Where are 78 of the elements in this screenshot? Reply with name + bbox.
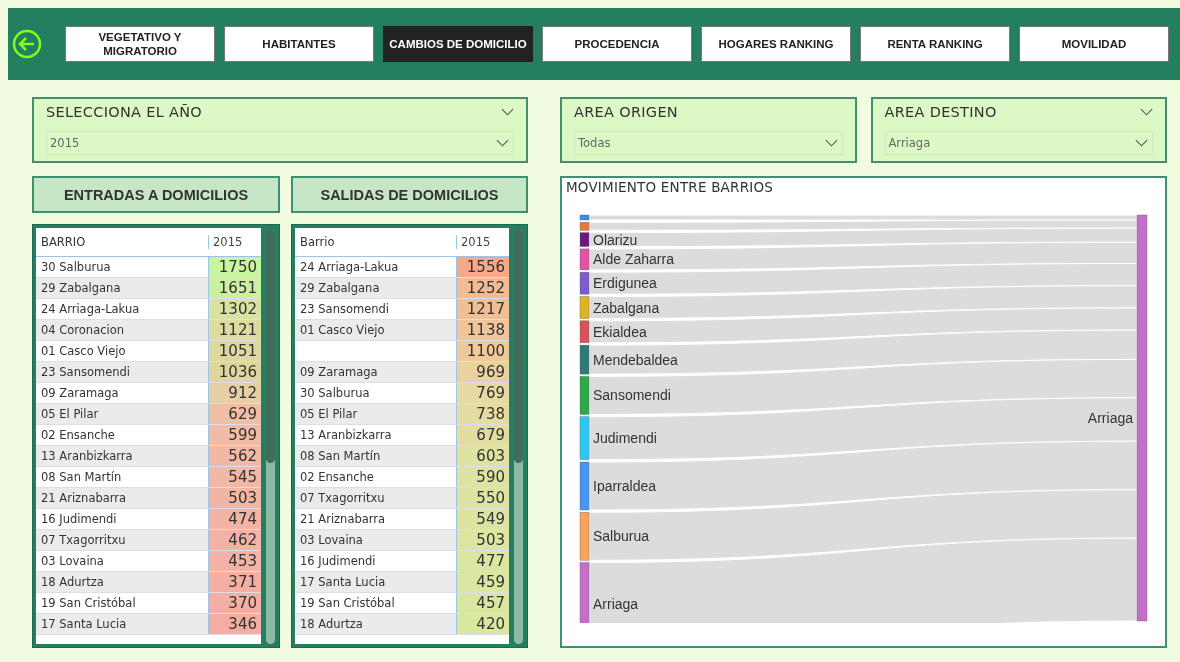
table-cell: 462 bbox=[209, 530, 261, 550]
dropdown-field[interactable]: 2015 bbox=[46, 131, 514, 155]
chevron-icon[interactable] bbox=[824, 139, 838, 147]
node-label: Iparraldea bbox=[593, 478, 657, 494]
nav-tab[interactable]: HOGARES RANKING bbox=[701, 26, 851, 62]
table-cell: 1100 bbox=[457, 341, 509, 361]
table-cell: 477 bbox=[457, 551, 509, 571]
table-cell: 1252 bbox=[457, 278, 509, 298]
table-cell: 545 bbox=[209, 467, 261, 487]
node-label: Sansomendi bbox=[593, 387, 671, 404]
node-label: Erdigunea bbox=[593, 275, 657, 292]
table-cell: 1556 bbox=[457, 257, 509, 277]
column-header: Barrio bbox=[295, 235, 457, 249]
table-cell: 629 bbox=[209, 404, 261, 424]
slicer-title: SELECCIONA EL AÑO bbox=[46, 104, 203, 120]
table-cell: 370 bbox=[209, 593, 261, 613]
node-label: Judimendi bbox=[593, 430, 657, 447]
scrollbar-thumb[interactable] bbox=[514, 228, 523, 463]
slicer-title: AREA ORIGEN bbox=[574, 104, 678, 120]
table-cell: 550 bbox=[457, 488, 509, 508]
table-cell: 679 bbox=[457, 425, 509, 445]
nav-tab[interactable]: VEGETATIVO Y MIGRATORIO bbox=[65, 26, 215, 62]
table-cell: 1217 bbox=[457, 299, 509, 319]
table-cell: 1121 bbox=[209, 320, 261, 340]
table-cell: 1051 bbox=[209, 341, 261, 361]
table-cell: 474 bbox=[209, 509, 261, 529]
node-label: Zabalgana bbox=[593, 299, 660, 316]
table-cell: 1302 bbox=[209, 299, 261, 319]
table-cell: 738 bbox=[457, 404, 509, 424]
table-cell: 603 bbox=[457, 446, 509, 466]
node-label: Mendebaldea bbox=[593, 351, 678, 368]
table-cell: 1138 bbox=[457, 320, 509, 340]
table-cell: 459 bbox=[457, 572, 509, 592]
table-cell: 912 bbox=[209, 383, 261, 403]
dropdown-field[interactable]: Todas bbox=[574, 131, 843, 155]
scrollbar-thumb[interactable] bbox=[266, 228, 275, 463]
table-cell: 503 bbox=[457, 530, 509, 550]
chevron-icon[interactable] bbox=[501, 108, 514, 116]
table-cell: 453 bbox=[209, 551, 261, 571]
table-cell: 503 bbox=[209, 488, 261, 508]
column-header: 2015 bbox=[460, 235, 492, 249]
node-label: Alde Zaharra bbox=[593, 251, 674, 268]
nav-tab[interactable]: RENTA RANKING bbox=[860, 26, 1010, 62]
chevron-icon[interactable] bbox=[496, 139, 509, 147]
chart-title: MOVIMIENTO ENTRE BARRIOS bbox=[566, 179, 774, 195]
column-header: BARRIO bbox=[36, 235, 209, 249]
back-icon[interactable] bbox=[12, 29, 42, 59]
table-title: SALIDAS DE DOMICILIOS bbox=[291, 176, 528, 213]
table-cell: 1651 bbox=[209, 278, 261, 298]
node-label: Arriaga bbox=[1087, 410, 1133, 426]
table-cell: 457 bbox=[457, 593, 509, 613]
slicer-title: AREA DESTINO bbox=[884, 104, 997, 120]
node-label: Arriaga bbox=[593, 595, 639, 612]
chevron-icon[interactable] bbox=[1135, 139, 1148, 147]
table-cell: 599 bbox=[209, 425, 261, 445]
nav-tab[interactable]: HABITANTES bbox=[224, 26, 374, 62]
node-label: Salburua bbox=[593, 528, 650, 545]
table-cell: 549 bbox=[457, 509, 509, 529]
table-cell: 590 bbox=[457, 467, 509, 487]
table-cell: 562 bbox=[209, 446, 261, 466]
node-label: Olarizu bbox=[593, 231, 638, 248]
column-header: 2015 bbox=[212, 235, 244, 249]
dropdown-field[interactable]: Arriaga bbox=[884, 131, 1153, 155]
table-cell: 346 bbox=[209, 614, 261, 634]
table-cell: 769 bbox=[457, 383, 509, 403]
scrollbar[interactable] bbox=[514, 228, 523, 644]
nav-tab[interactable]: PROCEDENCIA bbox=[542, 26, 692, 62]
table-cell: 1750 bbox=[209, 257, 261, 277]
nav-tab[interactable]: CAMBIOS DE DOMICILIO bbox=[383, 26, 533, 62]
chevron-icon[interactable] bbox=[1140, 108, 1153, 116]
table-title: ENTRADAS A DOMICILIOS bbox=[32, 176, 280, 213]
table-cell: 1036 bbox=[209, 362, 261, 382]
table-cell: 371 bbox=[209, 572, 261, 592]
table-cell: 969 bbox=[457, 362, 509, 382]
table-cell: 420 bbox=[457, 614, 509, 634]
node-label: Ekialdea bbox=[593, 323, 647, 340]
nav-tab[interactable]: MOVILIDAD bbox=[1019, 26, 1169, 62]
scrollbar[interactable] bbox=[266, 228, 275, 644]
